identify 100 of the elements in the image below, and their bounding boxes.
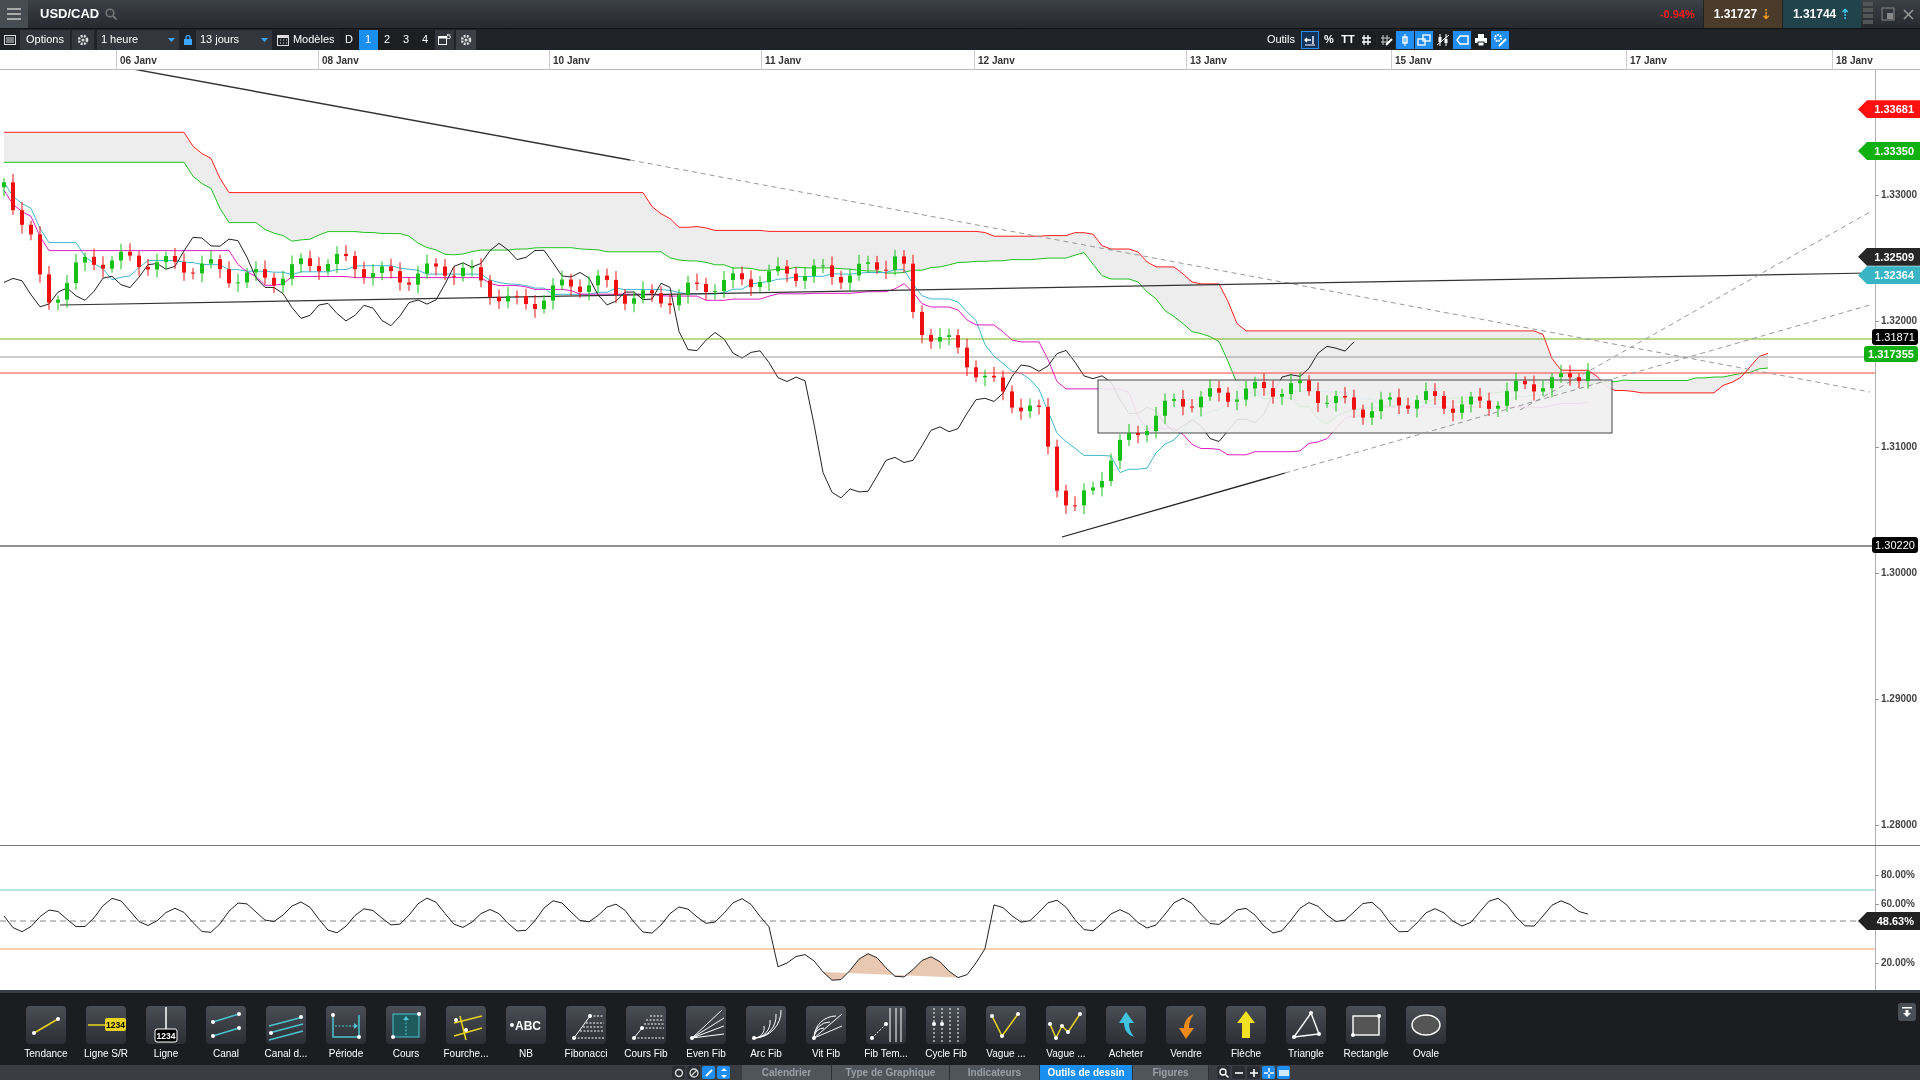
interval-dropdown[interactable]: 1 heure bbox=[96, 29, 179, 50]
tool-button[interactable] bbox=[1358, 30, 1376, 49]
download-arrow-icon bbox=[1902, 1007, 1912, 1017]
drawing-tool-button[interactable]: Fib Tem... bbox=[856, 1006, 916, 1059]
drawing-tool-button[interactable]: Période bbox=[316, 1006, 376, 1059]
date-label: 06 Janv bbox=[120, 54, 157, 68]
restore-window-icon[interactable] bbox=[1881, 7, 1895, 21]
tool-button[interactable] bbox=[1434, 30, 1452, 49]
date-label: 13 Janv bbox=[1190, 54, 1227, 68]
layout-tab[interactable]: 4 bbox=[415, 29, 435, 50]
tool-button[interactable] bbox=[1491, 30, 1509, 49]
slider-handle-icon bbox=[1863, 1, 1873, 27]
models-button[interactable]: Modèles bbox=[292, 31, 335, 48]
rsi-value-tag: 48.63% bbox=[1858, 912, 1920, 930]
layout-tab[interactable]: D bbox=[339, 29, 359, 50]
date-label: 08 Janv bbox=[322, 54, 359, 68]
values-button[interactable] bbox=[1277, 1066, 1290, 1079]
zoom-button[interactable] bbox=[1217, 1066, 1230, 1079]
caret-icon bbox=[167, 37, 175, 42]
price-tag: 1.32364 bbox=[1858, 266, 1920, 285]
collapse-button[interactable] bbox=[1898, 1003, 1916, 1021]
drawing-tool-button[interactable]: Even Fib bbox=[676, 1006, 736, 1059]
drawing-tool-button[interactable]: Cycle Fib bbox=[916, 1006, 976, 1059]
search-icon bbox=[1217, 1066, 1230, 1079]
drawing-tool-button[interactable]: Flèche bbox=[1216, 1006, 1276, 1059]
caret-icon bbox=[260, 37, 268, 42]
drawing-tool-button[interactable]: Vit Fib bbox=[796, 1006, 856, 1059]
price-tick-label: 1.28000 bbox=[1881, 820, 1918, 830]
price-change: -0.94% bbox=[1659, 6, 1695, 22]
layout-tab[interactable]: 2 bbox=[377, 29, 397, 50]
drawing-tool-button[interactable]: ABC NB bbox=[496, 1006, 556, 1059]
zoom-out-button[interactable] bbox=[1232, 1066, 1245, 1079]
price-tick-label: 1.30000 bbox=[1881, 568, 1918, 578]
list-icon[interactable] bbox=[4, 34, 16, 45]
quote-button[interactable]: 1.31744 ⇡ bbox=[1781, 0, 1861, 28]
drawing-tool-button[interactable]: Fourche... bbox=[436, 1006, 496, 1059]
tool-button[interactable] bbox=[1301, 30, 1319, 49]
window-count-button[interactable]: 5 bbox=[434, 29, 454, 50]
interval-value: 1 heure bbox=[100, 32, 140, 48]
crosshair-icon bbox=[1262, 1066, 1275, 1079]
drawing-tool-button[interactable]: Vague ... bbox=[976, 1006, 1036, 1059]
date-label: 12 Janv bbox=[978, 54, 1015, 68]
close-icon[interactable] bbox=[1903, 8, 1914, 20]
drawing-tool-button[interactable]: Ovale bbox=[1396, 1006, 1456, 1059]
tool-button[interactable] bbox=[1415, 30, 1433, 49]
drawing-tool-button[interactable]: Tendance bbox=[16, 1006, 76, 1059]
drawing-tool-button[interactable]: Cours Fib bbox=[616, 1006, 676, 1059]
tool-button[interactable] bbox=[1453, 30, 1471, 49]
zoom-in-button[interactable] bbox=[1247, 1066, 1260, 1079]
price-tick-label: 1.33000 bbox=[1881, 190, 1918, 200]
candles-icon bbox=[1435, 31, 1451, 48]
price-tag: 1.33350 bbox=[1858, 141, 1920, 160]
date-label: 10 Janv bbox=[553, 54, 590, 68]
tool-button[interactable] bbox=[1472, 30, 1490, 49]
period-dropdown[interactable]: 13 jours bbox=[195, 29, 272, 50]
drawing-tool-button[interactable]: Cours bbox=[376, 1006, 436, 1059]
drawing-tool-button[interactable]: Acheter bbox=[1096, 1006, 1156, 1059]
symbol-title: USD/CAD bbox=[40, 5, 100, 24]
drawing-tool-button[interactable]: Vendre bbox=[1156, 1006, 1216, 1059]
tools-label: Outils bbox=[1266, 32, 1295, 48]
rsi-tick-label: 80.00% bbox=[1881, 870, 1915, 880]
drawing-tool-button[interactable]: Rectangle bbox=[1336, 1006, 1396, 1059]
menu-button[interactable] bbox=[0, 0, 28, 28]
tool-button[interactable] bbox=[1396, 30, 1414, 49]
tool-button[interactable]: % bbox=[1320, 30, 1338, 49]
drawing-tool-button[interactable]: Arc Fib bbox=[736, 1006, 796, 1059]
refresh-button[interactable] bbox=[672, 1066, 685, 1079]
rsi-tick-label: 20.00% bbox=[1881, 958, 1915, 968]
price-label: 1.31871 bbox=[1872, 329, 1918, 346]
up-down-arrows-button[interactable] bbox=[717, 1066, 730, 1079]
settings-pencil-icon bbox=[1492, 31, 1508, 48]
calendar-icon[interactable] bbox=[276, 33, 289, 46]
drawing-tool-button[interactable]: Triangle bbox=[1276, 1006, 1336, 1059]
lock-icon[interactable] bbox=[183, 34, 192, 45]
drawing-tool-button[interactable]: Canal bbox=[196, 1006, 256, 1059]
date-label: 18 Janv bbox=[1836, 54, 1873, 68]
plus-icon bbox=[1247, 1066, 1260, 1079]
search-icon[interactable] bbox=[105, 8, 118, 20]
drawing-tool-button[interactable]: 1234 Ligne S/R bbox=[76, 1006, 136, 1059]
price-label: 1.317355 bbox=[1864, 346, 1918, 363]
period-value: 13 jours bbox=[199, 32, 241, 48]
pencil-button[interactable] bbox=[702, 1066, 715, 1079]
menu-icon bbox=[7, 8, 21, 20]
settings-button[interactable] bbox=[455, 29, 476, 50]
drawing-tool-button[interactable]: Canal d... bbox=[256, 1006, 316, 1059]
quote-button[interactable]: 1.31727 ⇣ bbox=[1702, 0, 1782, 28]
print-icon bbox=[1473, 31, 1489, 48]
options-button[interactable]: Options bbox=[20, 29, 70, 50]
stacked-windows-icon bbox=[1416, 31, 1432, 48]
drawing-tool-button[interactable]: Vague ... bbox=[1036, 1006, 1096, 1059]
layout-tab[interactable]: 3 bbox=[396, 29, 416, 50]
drawing-tool-button[interactable]: Fibonacci bbox=[556, 1006, 616, 1059]
drawing-tool-button[interactable]: 1234 Ligne bbox=[136, 1006, 196, 1059]
settings-button[interactable] bbox=[71, 29, 94, 50]
no-entry-button[interactable] bbox=[687, 1066, 700, 1079]
refresh-icon bbox=[672, 1066, 685, 1079]
date-label: 17 Janv bbox=[1630, 54, 1667, 68]
tool-button[interactable] bbox=[1377, 30, 1395, 49]
tool-button[interactable]: TT bbox=[1339, 30, 1357, 49]
crosshair-button[interactable] bbox=[1262, 1066, 1275, 1079]
